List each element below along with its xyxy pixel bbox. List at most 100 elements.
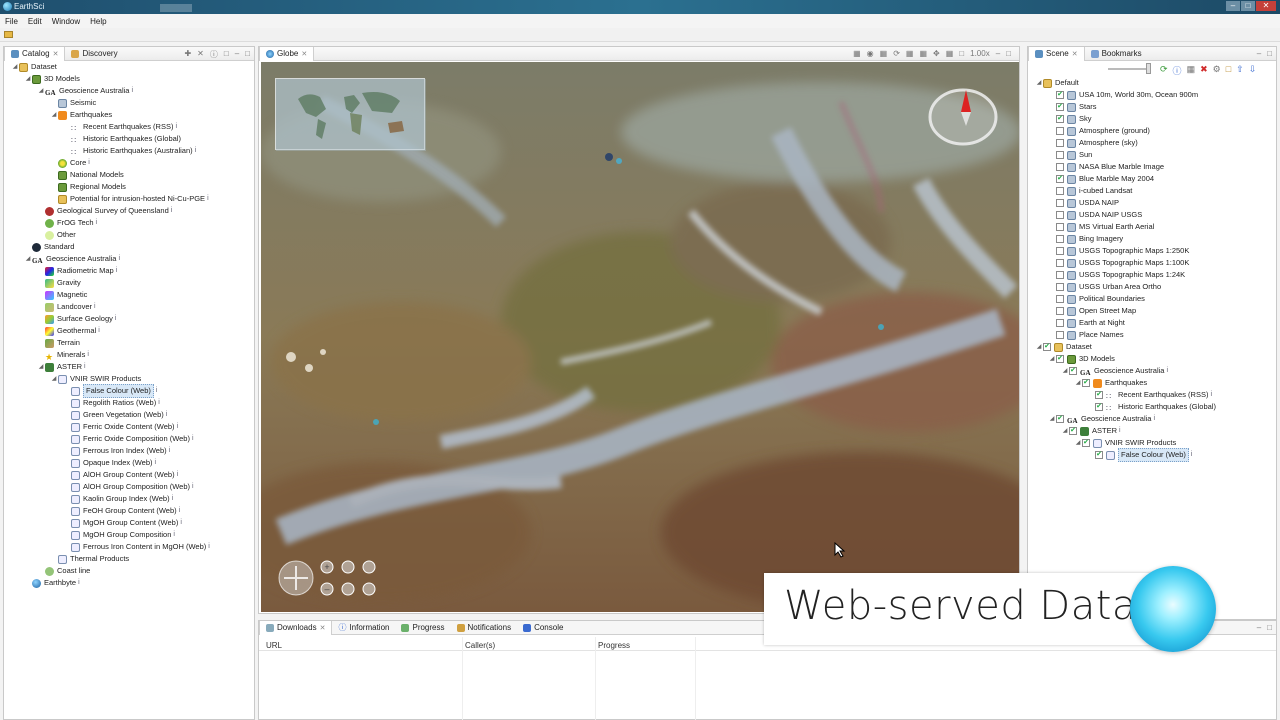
info-icon[interactable]: i [1191,449,1193,461]
maximize-panel-icon[interactable]: □ [245,49,250,60]
view-mode-icon[interactable]: ◉ [867,49,874,58]
info-icon[interactable]: i [173,529,175,541]
screenshot-icon[interactable]: □ [959,49,964,58]
tab-scene[interactable]: Scene ✕ [1028,46,1085,61]
visibility-checkbox[interactable]: ✔ [1082,379,1090,387]
tree-item[interactable]: ◢ GA Geoscience Australia i [24,253,120,265]
info-icon[interactable]: i [98,325,100,337]
tree-item[interactable]: USDA NAIP [1048,197,1119,209]
minimize-panel-icon[interactable]: – [1257,49,1261,58]
pan-icon[interactable]: ✥ [933,49,940,58]
tree-item[interactable]: ◢ ✔ Dataset [1035,341,1092,353]
menu-window[interactable]: Window [52,17,80,26]
tree-item[interactable]: ◢ ✔ Earthquakes [1074,377,1147,389]
info-icon[interactable]: i [179,505,181,517]
sync-icon[interactable]: ⟳ [893,49,900,58]
tree-item[interactable]: Sun [1048,149,1092,161]
menu-help[interactable]: Help [90,17,106,26]
tree-item[interactable]: Place Names [1048,329,1124,341]
tree-item[interactable]: ✔ Sky [1048,113,1092,125]
minimize-panel-icon[interactable]: – [1257,623,1261,632]
tree-item[interactable]: Ferric Oxide Composition (Web) i [63,433,194,445]
visibility-checkbox[interactable] [1056,319,1064,327]
tree-item[interactable]: Seismic [50,97,96,109]
info-icon[interactable]: i [96,217,98,229]
add-icon[interactable]: ✚ [184,49,191,60]
tree-item[interactable]: ◢ GA Geoscience Australia i [37,85,133,97]
tree-item[interactable]: ✔ False Colour (Web) i [1087,448,1193,462]
close-tab-icon[interactable]: ✕ [1072,50,1078,58]
expand-toggle-icon[interactable]: ◢ [1061,425,1069,437]
tab-discovery[interactable]: Discovery [65,47,123,61]
info-icon[interactable]: ⓘ [210,49,218,60]
tree-item[interactable]: ✔ Stars [1048,101,1097,113]
tree-item[interactable]: USGS Urban Area Ortho [1048,281,1161,293]
tree-item[interactable]: Other [37,229,76,241]
tree-item[interactable]: Radiometric Map i [37,265,117,277]
tree-item[interactable]: Open Street Map [1048,305,1136,317]
tab-progress[interactable]: Progress [395,621,450,635]
visibility-checkbox[interactable]: ✔ [1056,91,1064,99]
tree-item[interactable]: Atmosphere (sky) [1048,137,1138,149]
tree-item[interactable]: Regional Models [50,181,126,193]
info-icon[interactable]: i [166,409,168,421]
info-icon[interactable]: i [118,253,120,265]
tree-item[interactable]: USGS Topographic Maps 1:250K [1048,245,1189,257]
tree-item[interactable]: ✔ ∷ Historic Earthquakes (Global) [1087,401,1216,413]
minimize-panel-icon[interactable]: – [996,49,1000,58]
visibility-checkbox[interactable] [1056,235,1064,243]
tree-item[interactable]: ◢ Default [1035,77,1079,89]
tree-item[interactable]: USGS Topographic Maps 1:24K [1048,269,1185,281]
zoom-level[interactable]: 1.00x [970,49,990,58]
import-icon[interactable]: ⇩ [1249,64,1257,77]
maximize-panel-icon[interactable]: □ [1267,49,1272,58]
visibility-checkbox[interactable]: ✔ [1082,439,1090,447]
info-icon[interactable]: i [180,517,182,529]
visibility-checkbox[interactable]: ✔ [1095,391,1103,399]
tree-item[interactable]: Ferrous Iron Index (Web) i [63,445,170,457]
info-icon[interactable]: i [169,445,171,457]
tab-bookmarks[interactable]: Bookmarks [1085,47,1148,61]
tree-item[interactable]: ◢ Dataset [11,61,57,73]
info-icon[interactable]: i [88,157,90,169]
select-icon[interactable]: ▦ [946,49,954,58]
expand-toggle-icon[interactable]: ◢ [1074,377,1082,389]
maximize-panel-icon[interactable]: □ [1006,49,1011,58]
tree-item[interactable]: Geological Survey of Queensland i [37,205,172,217]
visibility-checkbox[interactable]: ✔ [1056,103,1064,111]
tree-item[interactable]: ★ Minerals i [37,349,89,362]
compass-icon[interactable] [928,86,998,148]
tab-information[interactable]: ⓘ Information [332,621,395,635]
info-icon[interactable]: i [175,121,177,133]
info-icon[interactable]: i [192,481,194,493]
expand-toggle-icon[interactable]: ◢ [11,61,19,73]
info-icon[interactable]: i [195,145,197,157]
tree-item[interactable]: Terrain [37,337,80,349]
close-tab-icon[interactable]: ✕ [320,624,326,632]
expand-toggle-icon[interactable]: ◢ [50,109,58,121]
expand-toggle-icon[interactable]: ◢ [1074,437,1082,449]
tree-item[interactable]: USGS Topographic Maps 1:100K [1048,257,1189,269]
tree-item[interactable]: Magnetic [37,289,87,301]
tree-item[interactable]: USDA NAIP USGS [1048,209,1142,221]
visibility-checkbox[interactable] [1056,223,1064,231]
tree-item[interactable]: Ferrous Iron Content in MgOH (Web) i [63,541,210,553]
tree-item[interactable]: Green Vegetation (Web) i [63,409,167,421]
new-folder-icon[interactable]: □ [1226,64,1231,77]
tree-item[interactable]: ∷ Recent Earthquakes (RSS) i [63,121,177,133]
remove-icon[interactable]: ✕ [197,49,204,60]
refresh-icon[interactable]: ⟳ [1160,64,1168,77]
info-icon[interactable]: i [131,85,133,97]
tab-catalog[interactable]: Catalog ✕ [4,46,66,61]
minimize-button[interactable]: – [1226,1,1240,11]
tree-item[interactable]: FrOG Tech i [37,217,97,229]
tree-item[interactable]: Potential for intrusion-hosted Ni-Cu-PGE… [50,193,209,205]
new-folder-icon[interactable]: □ [224,49,229,60]
delete-icon[interactable]: ✖ [1200,64,1208,77]
visibility-checkbox[interactable]: ✔ [1043,343,1051,351]
expand-toggle-icon[interactable]: ◢ [1035,341,1043,353]
info-icon[interactable]: i [156,385,158,397]
info-icon[interactable]: i [155,457,157,469]
tab-downloads[interactable]: Downloads ✕ [259,620,333,635]
info-icon[interactable]: i [87,349,89,361]
